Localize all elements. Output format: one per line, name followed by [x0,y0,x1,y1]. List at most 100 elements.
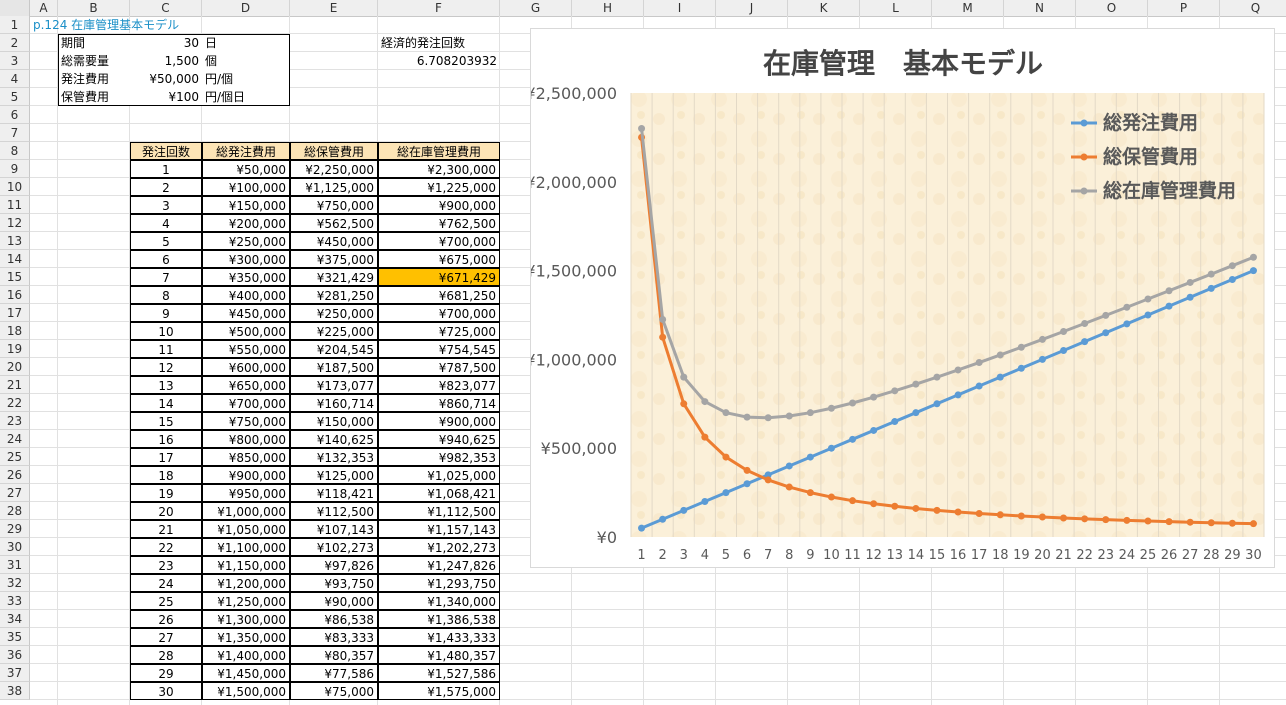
column-header-j[interactable]: J [716,0,788,16]
row-header-21[interactable]: 21 [0,376,30,394]
table-cell[interactable]: ¥823,077 [378,376,500,394]
column-header-b[interactable]: B [58,0,130,16]
table-cell[interactable]: ¥321,429 [290,268,378,286]
param-unit[interactable]: 円/個日 [202,88,290,106]
table-cell[interactable]: ¥100,000 [202,178,290,196]
table-cell[interactable]: 18 [130,466,202,484]
row-header-26[interactable]: 26 [0,466,30,484]
table-cell[interactable]: ¥300,000 [202,250,290,268]
table-cell[interactable]: 30 [130,682,202,700]
table-cell[interactable]: ¥118,421 [290,484,378,502]
table-cell[interactable]: ¥700,000 [378,304,500,322]
table-cell[interactable]: ¥450,000 [290,232,378,250]
table-cell[interactable]: 3 [130,196,202,214]
select-all-corner[interactable] [0,0,30,16]
row-header-6[interactable]: 6 [0,106,30,124]
table-cell[interactable]: 17 [130,448,202,466]
table-cell[interactable]: ¥1,157,143 [378,520,500,538]
param-unit[interactable]: 個 [202,52,290,70]
table-cell[interactable]: ¥1,100,000 [202,538,290,556]
param-label[interactable]: 期間 [58,34,130,52]
column-header-c[interactable]: C [130,0,202,16]
table-cell[interactable]: ¥562,500 [290,214,378,232]
table-cell[interactable]: 6 [130,250,202,268]
row-header-30[interactable]: 30 [0,538,30,556]
table-cell[interactable]: ¥150,000 [290,412,378,430]
row-header-23[interactable]: 23 [0,412,30,430]
table-cell[interactable]: ¥860,714 [378,394,500,412]
column-header-d[interactable]: D [202,0,290,16]
table-cell[interactable]: 28 [130,646,202,664]
column-header-f[interactable]: F [378,0,500,16]
row-header-2[interactable]: 2 [0,34,30,52]
table-cell[interactable]: ¥500,000 [202,322,290,340]
line-chart[interactable]: 在庫管理 基本モデル ¥0 ¥500,000 ¥1,000,000 ¥1,500,00… [525,28,1275,568]
table-cell[interactable]: ¥83,333 [290,628,378,646]
row-header-32[interactable]: 32 [0,574,30,592]
row-header-14[interactable]: 14 [0,250,30,268]
table-cell[interactable]: ¥1,200,000 [202,574,290,592]
table-cell[interactable]: ¥1,112,500 [378,502,500,520]
table-cell[interactable]: ¥1,340,000 [378,592,500,610]
param-value[interactable]: 1,500 [130,52,202,70]
table-cell[interactable]: ¥725,000 [378,322,500,340]
param-value[interactable]: ¥100 [130,88,202,106]
table-cell[interactable]: ¥1,125,000 [290,178,378,196]
param-label[interactable]: 総需要量 [58,52,130,70]
table-cell[interactable]: ¥1,247,826 [378,556,500,574]
row-header-17[interactable]: 17 [0,304,30,322]
table-cell[interactable]: ¥173,077 [290,376,378,394]
table-cell[interactable]: ¥102,273 [290,538,378,556]
param-label[interactable]: 発注費用 [58,70,130,88]
table-cell[interactable]: ¥80,357 [290,646,378,664]
row-header-11[interactable]: 11 [0,196,30,214]
row-header-24[interactable]: 24 [0,430,30,448]
column-header-p[interactable]: P [1148,0,1220,16]
table-cell[interactable]: 26 [130,610,202,628]
table-cell[interactable]: 14 [130,394,202,412]
table-cell[interactable]: ¥2,300,000 [378,160,500,178]
table-cell[interactable]: ¥200,000 [202,214,290,232]
row-header-7[interactable]: 7 [0,124,30,142]
column-header-k[interactable]: K [788,0,860,16]
table-header[interactable]: 発注回数 [130,142,202,160]
table-cell[interactable]: ¥1,150,000 [202,556,290,574]
row-header-28[interactable]: 28 [0,502,30,520]
table-cell[interactable]: ¥160,714 [290,394,378,412]
table-cell[interactable]: ¥1,350,000 [202,628,290,646]
table-cell[interactable]: 10 [130,322,202,340]
param-unit[interactable]: 円/個 [202,70,290,88]
table-cell[interactable]: ¥350,000 [202,268,290,286]
table-cell[interactable]: ¥281,250 [290,286,378,304]
table-cell[interactable]: 27 [130,628,202,646]
table-cell[interactable]: ¥93,750 [290,574,378,592]
table-cell[interactable]: ¥940,625 [378,430,500,448]
table-cell[interactable]: ¥1,250,000 [202,592,290,610]
table-header[interactable]: 総発注費用 [202,142,290,160]
table-cell[interactable]: 7 [130,268,202,286]
table-cell[interactable]: 24 [130,574,202,592]
column-header-o[interactable]: O [1076,0,1148,16]
table-header[interactable]: 総保管費用 [290,142,378,160]
table-cell[interactable]: ¥250,000 [290,304,378,322]
column-header-m[interactable]: M [932,0,1004,16]
table-cell[interactable]: ¥112,500 [290,502,378,520]
table-cell[interactable]: ¥132,353 [290,448,378,466]
table-cell[interactable]: ¥375,000 [290,250,378,268]
table-cell[interactable]: ¥150,000 [202,196,290,214]
table-cell[interactable]: ¥1,433,333 [378,628,500,646]
table-cell[interactable]: 9 [130,304,202,322]
table-cell[interactable]: ¥700,000 [202,394,290,412]
table-cell[interactable]: 21 [130,520,202,538]
table-cell[interactable]: ¥950,000 [202,484,290,502]
table-cell[interactable]: ¥50,000 [202,160,290,178]
table-cell[interactable]: ¥681,250 [378,286,500,304]
row-header-3[interactable]: 3 [0,52,30,70]
table-cell[interactable]: ¥1,480,357 [378,646,500,664]
table-cell[interactable]: ¥140,625 [290,430,378,448]
table-cell[interactable]: 29 [130,664,202,682]
table-cell[interactable]: ¥97,826 [290,556,378,574]
table-cell[interactable]: ¥754,545 [378,340,500,358]
table-cell[interactable]: ¥1,450,000 [202,664,290,682]
row-header-36[interactable]: 36 [0,646,30,664]
